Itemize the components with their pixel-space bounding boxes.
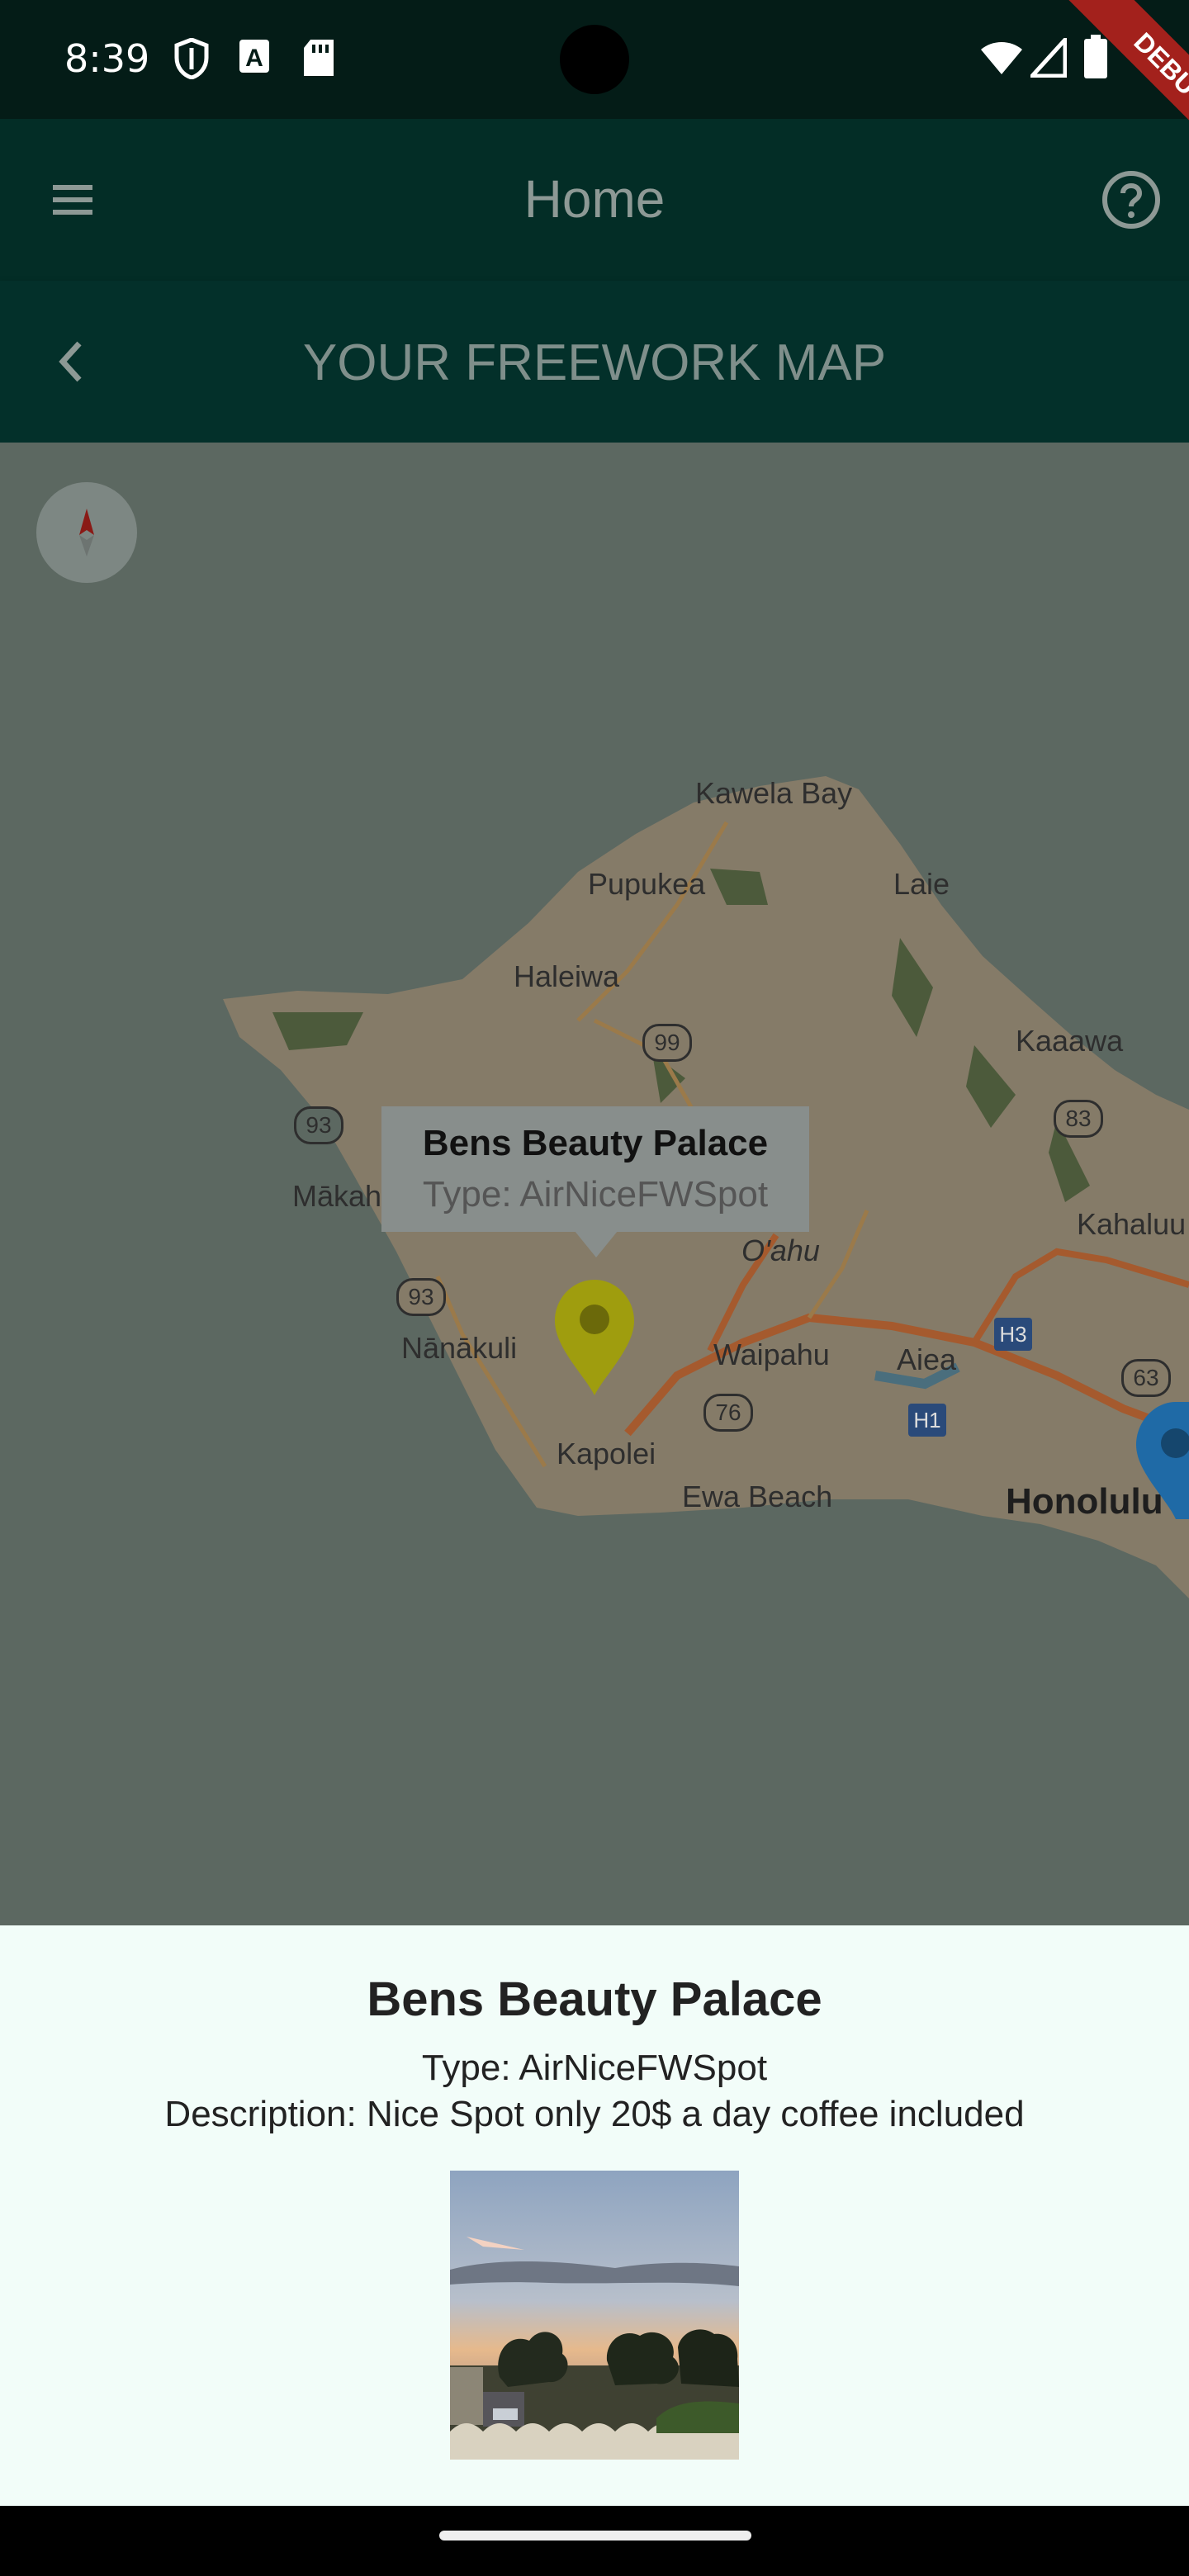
keyboard-a-icon: A [239, 40, 269, 73]
compass-icon [79, 509, 94, 556]
spot-photo-image [450, 2171, 739, 2460]
map-label-ewa-beach: Ewa Beach [682, 1480, 833, 1513]
spot-photo[interactable] [450, 2171, 739, 2460]
map-label-waipahu: Waipahu [713, 1338, 830, 1371]
spot-detail-sheet: Bens Beauty Palace Type: AirNiceFWSpot D… [0, 1925, 1189, 2506]
status-time: 8:39 [64, 36, 150, 81]
debug-banner-label: DEBUG [1068, 0, 1189, 165]
route-shield-h3: H3 [994, 1318, 1032, 1351]
route-shield-63: 63 [1121, 1359, 1171, 1397]
wifi-icon [981, 42, 1022, 74]
route-shield-76: 76 [703, 1394, 753, 1432]
route-shield-83: 83 [1054, 1100, 1103, 1138]
map-label-aiea: Aiea [897, 1342, 957, 1376]
map-label-nanakuli: Nānākuli [401, 1331, 518, 1365]
home-gesture-handle[interactable] [439, 2531, 751, 2540]
map-marker-selected[interactable] [552, 1276, 637, 1397]
info-window-title: Bens Beauty Palace [422, 1123, 769, 1163]
route-shield-h1: H1 [908, 1404, 946, 1437]
marker-info-window[interactable]: Bens Beauty Palace Type: AirNiceFWSpot [381, 1106, 809, 1232]
front-camera [560, 25, 629, 94]
map-header-title: YOUR FREEWORK MAP [302, 334, 887, 391]
map-label-kaaawa: Kaaawa [1016, 1024, 1124, 1058]
system-nav-bar [0, 2506, 1189, 2576]
map-label-oahu: O'ahu [741, 1234, 820, 1267]
shield-icon [174, 38, 209, 79]
debug-banner: DEBUG [1024, 0, 1189, 165]
map-view[interactable]: Kawela Bay Pupukea Laie Haleiwa Kaaawa M… [0, 443, 1189, 1925]
help-icon[interactable] [1095, 163, 1168, 236]
spot-title: Bens Beauty Palace [367, 1972, 822, 2026]
map-label-makaha: Mākah [292, 1179, 382, 1213]
status-bar: 8:39 A [0, 0, 1189, 119]
route-shield-99: 99 [642, 1024, 692, 1062]
svg-text:A: A [245, 45, 263, 72]
map-header: YOUR FREEWORK MAP [0, 281, 1189, 443]
map-label-pupukea: Pupukea [588, 867, 706, 901]
map-label-kawela-bay: Kawela Bay [695, 776, 853, 810]
spot-description: Description: Nice Spot only 20$ a day co… [164, 2094, 1025, 2134]
map-label-kahaluu: Kahaluu [1077, 1207, 1187, 1241]
spot-type: Type: AirNiceFWSpot [421, 2048, 768, 2088]
info-window-type: Type: AirNiceFWSpot [422, 1174, 769, 1215]
info-window-pointer [575, 1231, 618, 1257]
route-shield-93-b: 93 [396, 1278, 446, 1316]
sd-card-icon [304, 40, 334, 76]
route-shield-93-a: 93 [294, 1106, 343, 1144]
map-label-kapolei: Kapolei [557, 1437, 656, 1470]
app-bar: Home [0, 119, 1189, 281]
page-title: Home [523, 169, 666, 229]
map-marker-other[interactable] [1136, 1399, 1189, 1522]
compass-button[interactable] [36, 482, 137, 583]
map-label-laie: Laie [893, 867, 950, 901]
map-label-haleiwa: Haleiwa [514, 959, 620, 993]
